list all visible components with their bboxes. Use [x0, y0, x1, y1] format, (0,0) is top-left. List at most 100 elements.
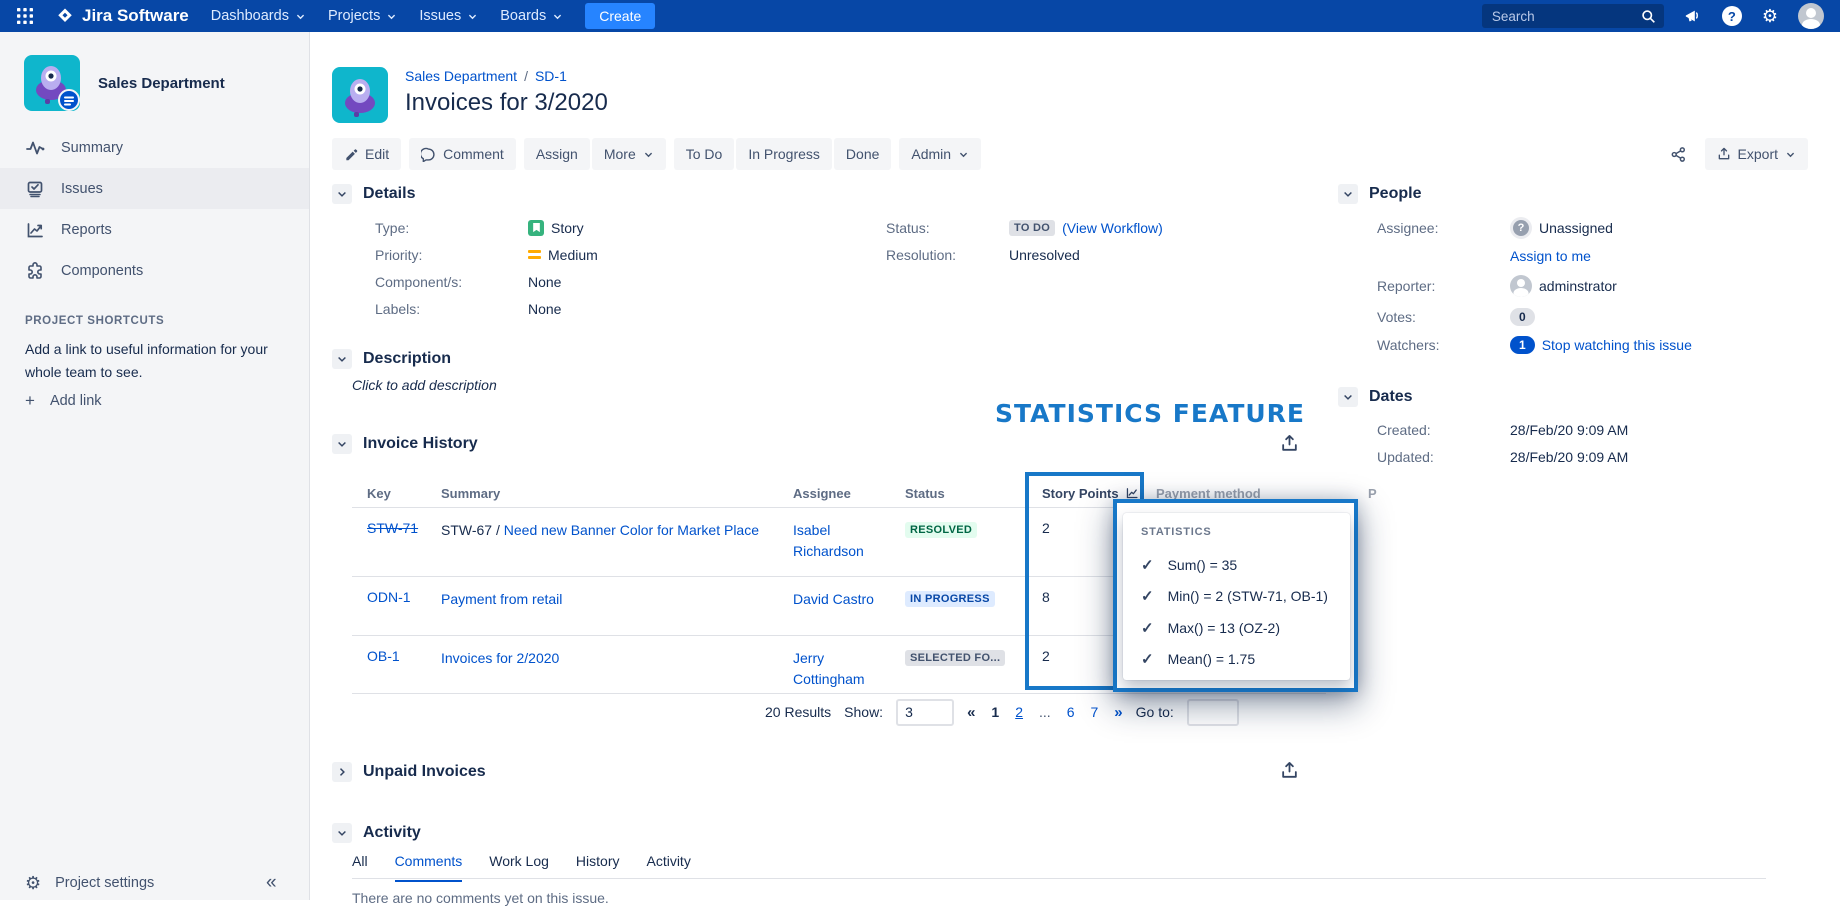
assignee-link[interactable]: David Castro [793, 591, 874, 607]
watchers-badge[interactable]: 1 [1510, 336, 1535, 354]
brand-label: Jira Software [82, 6, 189, 26]
table-export-icon[interactable] [1280, 434, 1299, 453]
transition-todo-button[interactable]: To Do [674, 138, 735, 170]
chevron-down-icon [958, 149, 969, 160]
tab-comments[interactable]: Comments [395, 853, 463, 877]
goto-label: Go to: [1136, 704, 1174, 720]
table-export-icon[interactable] [1280, 761, 1299, 780]
feedback-megaphone-icon[interactable] [1684, 7, 1702, 25]
user-avatar[interactable] [1798, 3, 1824, 29]
summary-link[interactable]: Need new Banner Color for Market Place [504, 522, 759, 538]
page-6-link[interactable]: 6 [1067, 704, 1075, 720]
nav-menu-projects[interactable]: Projects [328, 8, 397, 24]
sidebar-item-reports[interactable]: Reports [0, 209, 309, 250]
next-page-button[interactable]: » [1114, 704, 1122, 721]
column-header-summary[interactable]: Summary [441, 483, 793, 504]
collapse-chevron-icon[interactable] [332, 823, 352, 843]
page-1-current[interactable]: 1 [991, 704, 999, 720]
settings-gear-icon[interactable]: ⚙ [1762, 7, 1778, 25]
reporter-value: adminstrator [1539, 278, 1617, 294]
add-link-button[interactable]: + Add link [25, 392, 102, 409]
comment-bubble-icon [421, 147, 436, 162]
page-7-link[interactable]: 7 [1090, 704, 1098, 720]
column-header-key[interactable]: Key [352, 486, 441, 501]
stop-watching-link[interactable]: Stop watching this issue [1542, 337, 1692, 353]
summary-link[interactable]: Invoices for 2/2020 [441, 650, 559, 666]
project-shortcuts-header: PROJECT SHORTCUTS [25, 315, 164, 327]
nav-menu-issues[interactable]: Issues [419, 8, 478, 24]
transition-done-button[interactable]: Done [834, 138, 891, 170]
status-badge: RESOLVED [905, 522, 977, 538]
sidebar-item-summary[interactable]: Summary [0, 127, 309, 168]
nav-menu-dashboards[interactable]: Dashboards [211, 8, 306, 24]
tab-work-log[interactable]: Work Log [489, 853, 549, 877]
sidebar-item-issues[interactable]: Issues [0, 168, 309, 209]
sidebar-item-components[interactable]: Components [0, 250, 309, 291]
resolution-value: Unresolved [1009, 247, 1080, 263]
type-value: Story [528, 220, 584, 236]
issue-key-link[interactable]: ODN-1 [367, 589, 411, 605]
breadcrumb-project-link[interactable]: Sales Department [405, 68, 517, 84]
statistics-popup-header: STATISTICS [1141, 526, 1212, 538]
reports-chart-icon [25, 220, 45, 240]
collapse-chevron-icon[interactable] [1338, 184, 1358, 204]
edit-button[interactable]: Edit [332, 138, 401, 170]
collapse-chevron-icon[interactable] [332, 184, 352, 204]
votes-badge[interactable]: 0 [1510, 308, 1535, 326]
statistics-feature-annotation: STATISTICS FEATURE [995, 399, 1305, 428]
statistics-popup: STATISTICS ✓ Sum() = 35 ✓ Min() = 2 (STW… [1123, 513, 1350, 680]
search-input[interactable] [1490, 8, 1635, 25]
transition-inprogress-button[interactable]: In Progress [736, 138, 832, 170]
admin-button[interactable]: Admin [899, 138, 981, 170]
project-sidebar: Sales Department Summary Issues Reports … [0, 32, 310, 900]
issue-project-avatar [332, 67, 388, 123]
tab-activity[interactable]: Activity [646, 853, 690, 877]
tab-all[interactable]: All [352, 853, 368, 877]
nav-menu-boards[interactable]: Boards [500, 8, 563, 24]
people-section-header: People [1338, 184, 1421, 204]
breadcrumb-issue-link[interactable]: SD-1 [535, 68, 567, 84]
project-settings-button[interactable]: ⚙ Project settings [25, 874, 154, 892]
create-button[interactable]: Create [585, 3, 655, 29]
comment-button[interactable]: Comment [409, 138, 516, 170]
summary-pulse-icon [25, 138, 45, 158]
collapse-chevron-icon[interactable] [332, 434, 352, 454]
column-header-status[interactable]: Status [905, 486, 1033, 501]
updated-label: Updated: [1377, 449, 1510, 465]
stat-min-item[interactable]: ✓ Min() = 2 (STW-71, OB-1) [1141, 585, 1328, 607]
share-button[interactable] [1663, 138, 1695, 170]
stat-max-item[interactable]: ✓ Max() = 13 (OZ-2) [1141, 617, 1280, 639]
dates-section-header: Dates [1338, 387, 1413, 407]
chevron-down-icon [643, 149, 654, 160]
jira-brand[interactable]: Jira Software [56, 6, 189, 26]
tab-history[interactable]: History [576, 853, 620, 877]
collapse-chevron-icon[interactable] [332, 349, 352, 369]
sidebar-collapse-button[interactable]: « [266, 872, 277, 894]
export-button[interactable]: Export [1705, 138, 1808, 170]
show-count-input[interactable] [896, 699, 954, 726]
more-button[interactable]: More [592, 138, 666, 170]
page-2-link[interactable]: 2 [1015, 704, 1023, 720]
add-description-placeholder[interactable]: Click to add description [352, 377, 497, 393]
column-header-assignee[interactable]: Assignee [793, 483, 905, 504]
help-icon[interactable]: ? [1722, 6, 1742, 26]
collapse-chevron-icon[interactable] [1338, 387, 1358, 407]
goto-page-input[interactable] [1187, 699, 1239, 726]
prev-page-button[interactable]: « [967, 704, 975, 721]
stat-mean-item[interactable]: ✓ Mean() = 1.75 [1141, 648, 1255, 670]
stat-sum-item[interactable]: ✓ Sum() = 35 [1141, 554, 1237, 576]
summary-link[interactable]: Payment from retail [441, 591, 562, 607]
top-navbar: Jira Software Dashboards Projects Issues… [0, 0, 1840, 32]
show-label: Show: [844, 704, 883, 720]
assign-button[interactable]: Assign [524, 138, 590, 170]
assignee-link[interactable]: Jerry Cottingham [793, 650, 865, 687]
jira-logo-icon [56, 7, 74, 25]
assign-to-me-link[interactable]: Assign to me [1510, 248, 1591, 264]
app-switcher-icon[interactable] [16, 7, 34, 25]
issue-key-link[interactable]: STW-71 [367, 520, 418, 536]
assignee-link[interactable]: Isabel Richardson [793, 522, 864, 559]
expand-chevron-icon[interactable] [332, 762, 352, 782]
column-header-truncated[interactable]: P [1368, 486, 1377, 501]
view-workflow-link[interactable]: (View Workflow) [1062, 220, 1163, 236]
issue-key-link[interactable]: OB-1 [367, 648, 400, 664]
